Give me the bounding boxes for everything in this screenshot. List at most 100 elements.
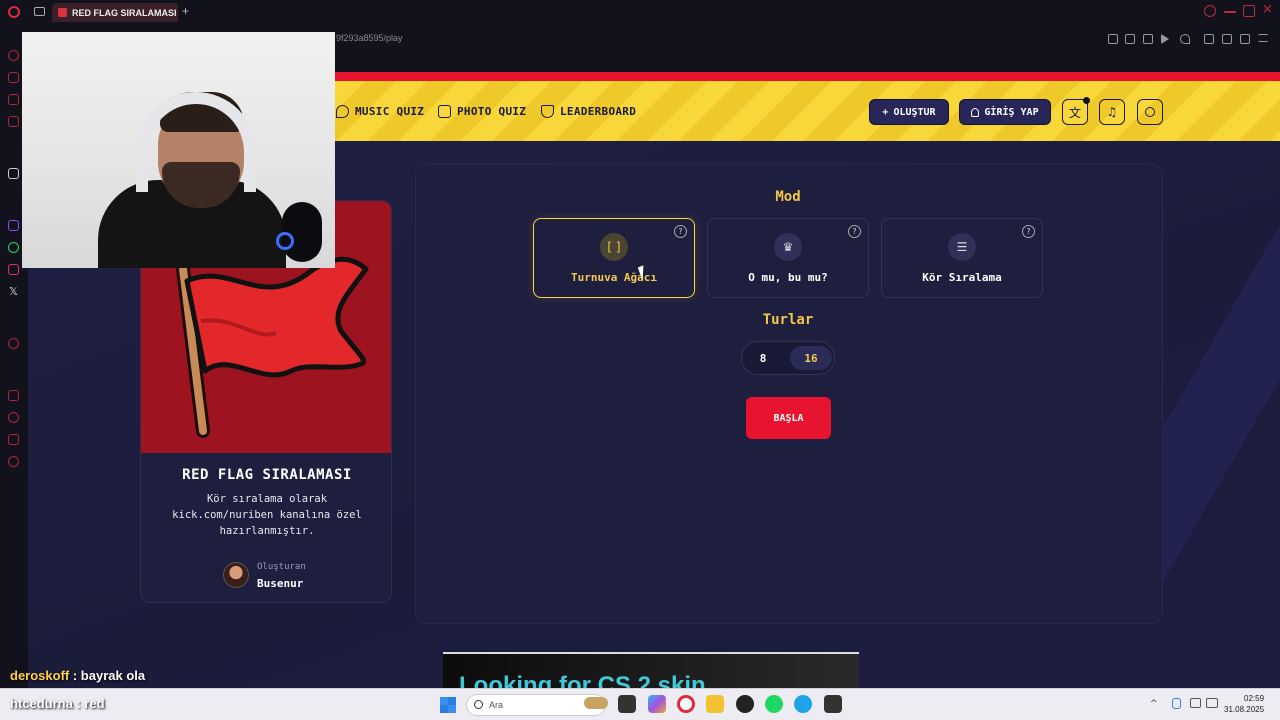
clock-time: 02:59 <box>1244 694 1265 703</box>
play-icon[interactable] <box>1161 34 1169 44</box>
snapshot-icon[interactable] <box>1125 34 1135 44</box>
nav-music-quiz-label: MUSIC QUIZ <box>355 105 425 118</box>
bookmark-icon[interactable] <box>1108 34 1118 44</box>
mode-option-this-or-that[interactable]: ♛ O mu, bu mu? ? <box>707 218 869 298</box>
downloads-icon[interactable] <box>1240 34 1250 44</box>
windows-start-icon[interactable] <box>440 697 456 713</box>
round-option-16[interactable]: 16 <box>790 346 832 370</box>
search-button[interactable] <box>1137 99 1163 125</box>
round-option-8[interactable]: 8 <box>742 346 784 370</box>
chat-text: : bayrak ola <box>69 668 146 683</box>
tray-display-icon[interactable] <box>1190 698 1201 708</box>
tray-chevron-icon[interactable]: ^ <box>1150 699 1158 709</box>
maximize-icon[interactable] <box>1243 5 1255 17</box>
wallet-icon[interactable] <box>1222 34 1232 44</box>
taskbar-obs-icon[interactable] <box>736 695 754 713</box>
clock-date: 31.08.2025 <box>1224 705 1265 714</box>
windows-taskbar <box>0 688 1280 720</box>
sidebar-settings-icon[interactable] <box>8 456 19 467</box>
plus-icon: + <box>882 106 889 118</box>
mode-option-label: Turnuva Ağacı <box>570 271 658 284</box>
bracket-icon: [ ] <box>600 233 628 261</box>
sidebar-whatsapp-icon[interactable] <box>8 242 19 253</box>
tray-app-icon[interactable] <box>1172 698 1181 709</box>
taskbar-widget-icon[interactable] <box>584 697 608 709</box>
sidebar-messenger-icon[interactable] <box>8 94 19 105</box>
tray-volume-icon[interactable] <box>1206 698 1218 708</box>
ad-text: Looking for CS 2 skin <box>459 672 706 688</box>
creator-avatar[interactable] <box>223 562 249 588</box>
minimize-icon[interactable] <box>1224 11 1236 13</box>
chat-username: deroskoff <box>10 668 70 683</box>
heart-icon[interactable] <box>1180 34 1190 44</box>
login-button-label: GİRİŞ YAP <box>984 106 1039 118</box>
taskbar-task-view-icon[interactable] <box>618 695 636 713</box>
opera-logo-icon[interactable] <box>8 6 20 18</box>
nav-leaderboard-label: LEADERBOARD <box>560 105 637 118</box>
microphone-light <box>276 232 294 250</box>
creator-label: Oluşturan <box>257 562 306 572</box>
notifications-button[interactable]: ♫ <box>1099 99 1125 125</box>
sidebar-pin-icon[interactable] <box>8 390 19 401</box>
taskbar-spotify-icon[interactable] <box>765 695 783 713</box>
quiz-title: RED FLAG SIRALAMASI <box>182 467 352 483</box>
chat-username: htcedurna <box>10 696 73 711</box>
taskbar-clock[interactable]: 02:59 31.08.2025 <box>1224 693 1264 715</box>
sidebar-ai-icon[interactable] <box>8 72 19 83</box>
sidebar-x-icon[interactable]: 𝕏 <box>9 285 18 298</box>
help-icon[interactable]: ? <box>1022 225 1035 238</box>
sidebar-app-icon[interactable] <box>8 168 19 179</box>
create-button-label: OLUŞTUR <box>893 106 936 118</box>
taskbar-edge-icon[interactable] <box>794 695 812 713</box>
help-icon[interactable]: ? <box>848 225 861 238</box>
sidebar-player-icon[interactable] <box>8 338 19 349</box>
creator-name[interactable]: Busenur <box>257 577 303 590</box>
browser-tab[interactable]: RED FLAG SIRALAMASI - <box>52 3 178 22</box>
nav-music-quiz[interactable]: MUSIC QUIZ <box>336 105 424 118</box>
taskbar-opera-icon[interactable] <box>677 695 695 713</box>
nav-leaderboard[interactable]: LEADERBOARD <box>541 105 636 118</box>
sidebar-instagram-icon[interactable] <box>8 264 19 275</box>
mode-option-label: Kör Sıralama <box>922 271 1002 284</box>
music-note-icon <box>336 105 349 118</box>
search-icon <box>1145 107 1155 117</box>
search-icon <box>474 700 483 709</box>
workspace-icon[interactable] <box>34 7 45 16</box>
mode-option-tournament[interactable]: [ ] Turnuva Ağacı ? <box>533 218 695 298</box>
sidebar-mail-icon[interactable] <box>8 116 19 127</box>
list-icon: ☰ <box>948 233 976 261</box>
taskbar-app-icon[interactable] <box>824 695 842 713</box>
mode-section-title: Mod <box>775 189 801 205</box>
extensions-icon[interactable] <box>1204 34 1214 44</box>
rounds-selector: 8 16 <box>741 341 835 375</box>
quiz-description: Kör sıralama olarak kick.com/nuriben kan… <box>172 493 362 537</box>
bell-icon: ♫ <box>1106 105 1118 119</box>
taskbar-explorer-icon[interactable] <box>706 695 724 713</box>
ad-banner[interactable]: Looking for CS 2 skin <box>443 652 859 688</box>
new-tab-button[interactable]: + <box>182 4 189 18</box>
translate-icon: 文 <box>1068 105 1081 120</box>
taskbar-copilot-icon[interactable] <box>648 695 666 713</box>
menu-icon[interactable] <box>1258 34 1268 42</box>
login-button[interactable]: GİRİŞ YAP <box>959 99 1051 125</box>
sidebar-history-icon[interactable] <box>8 412 19 423</box>
help-icon[interactable]: ? <box>674 225 687 238</box>
mode-option-blind-ranking[interactable]: ☰ Kör Sıralama ? <box>881 218 1043 298</box>
sidebar-twitch-icon[interactable] <box>8 220 19 231</box>
browser-tab-bar <box>0 0 1280 24</box>
download-page-icon[interactable] <box>1143 34 1153 44</box>
close-window-icon[interactable]: × <box>1262 3 1274 17</box>
sidebar-extensions-icon[interactable] <box>8 434 19 445</box>
search-tabs-icon[interactable] <box>1204 5 1216 17</box>
url-text[interactable]: 9f293a8595/play <box>336 33 403 43</box>
chat-text: : red <box>72 696 105 711</box>
trophy-icon <box>541 105 554 118</box>
camera-icon <box>438 105 451 118</box>
taskbar-search-placeholder: Ara <box>489 700 504 710</box>
header-accent-stripe <box>334 72 1280 81</box>
create-button[interactable]: + OLUŞTUR <box>869 99 949 125</box>
nav-photo-quiz[interactable]: PHOTO QUIZ <box>438 105 526 118</box>
user-icon <box>971 107 980 117</box>
start-button[interactable]: BAŞLA <box>746 397 831 439</box>
sidebar-home-icon[interactable] <box>8 50 19 61</box>
